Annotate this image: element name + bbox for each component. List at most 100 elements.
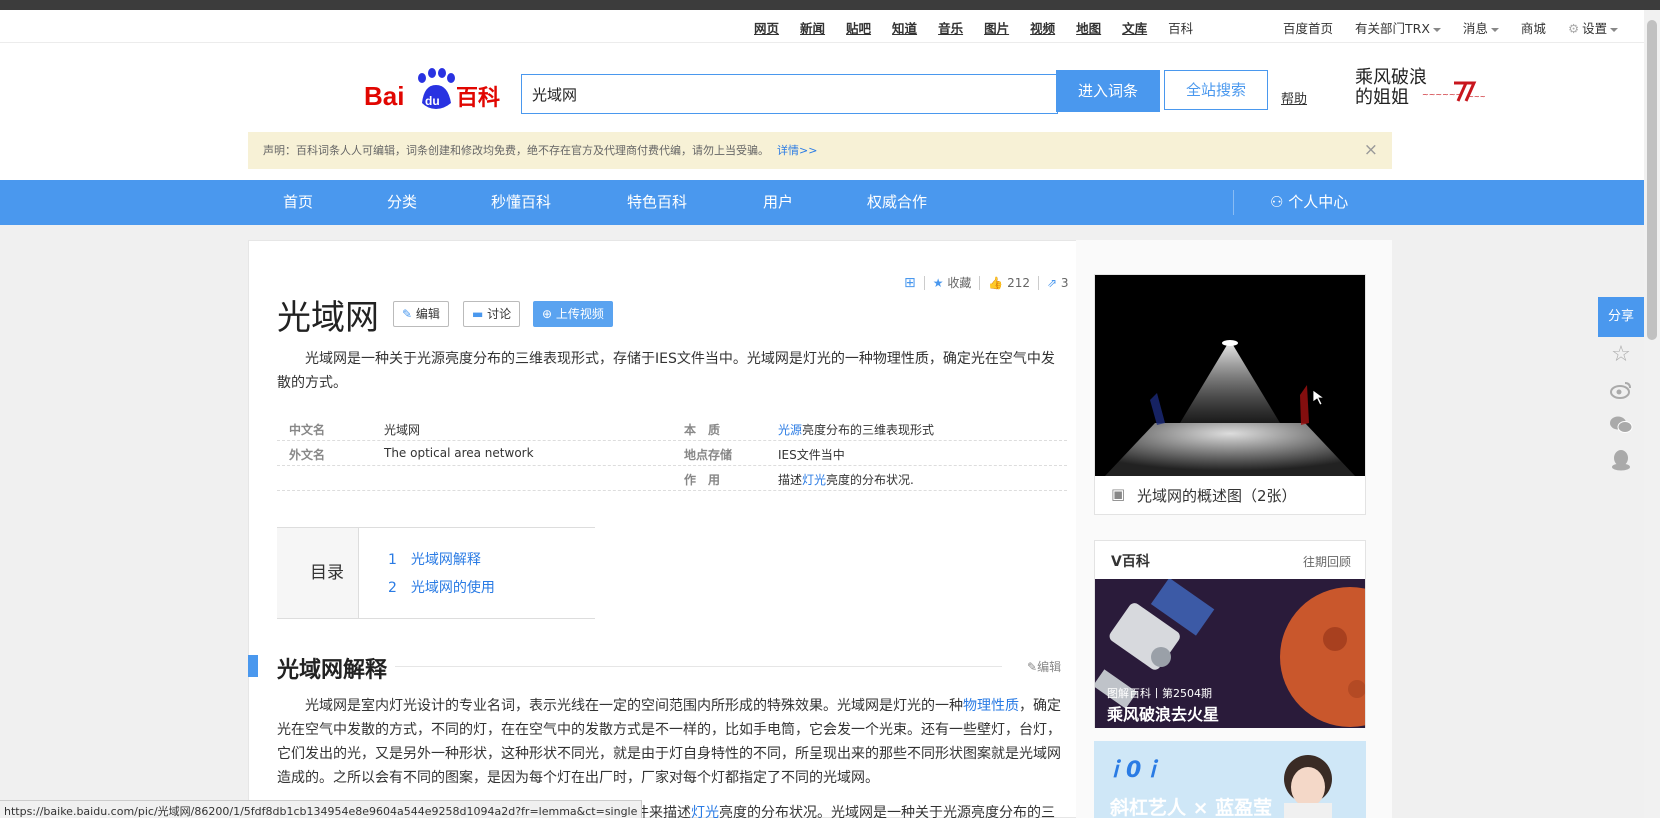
svg-text:百科: 百科 (456, 86, 500, 111)
image-caption: 光域网的概述图（2张） (1137, 487, 1297, 505)
top-link-tieba[interactable]: 贴吧 (846, 18, 871, 37)
like-count: 212 (1007, 275, 1031, 290)
messages-menu[interactable]: 消息 (1463, 18, 1499, 37)
info-key: 作 用 (684, 473, 721, 487)
ad-text: 斜杠艺人 × 蓝盈莹 (1110, 797, 1273, 818)
baidu-baike-logo[interactable]: Bai du 百科 (364, 65, 504, 113)
collect-button[interactable]: ★ 收藏 (933, 274, 972, 291)
nav-authority[interactable]: 权威合作 (867, 180, 927, 225)
share-button[interactable]: ⇗ 3 (1047, 276, 1069, 290)
image-album-icon: ▣ (1111, 485, 1126, 503)
plus-circle-icon: ⊕ (542, 307, 553, 321)
section-edit-button[interactable]: ✎编辑 (1027, 658, 1061, 675)
share-tab[interactable]: 分享 (1598, 297, 1644, 337)
paragraph-link[interactable]: 灯光 (691, 805, 719, 818)
info-value: IES文件当中 (778, 448, 845, 462)
vbaike-banner[interactable]: 图解百科丨第2504期 乘风破浪去火星 (1095, 579, 1365, 728)
close-icon[interactable]: × (1364, 132, 1378, 169)
thumbs-up-icon: 👍 (988, 275, 1004, 290)
toc-item-1[interactable]: 1 光域网解释 (388, 549, 481, 569)
section-paragraph: 光域网是室内灯光设计的专业名词，表示光线在一定的空间范围内所形成的特殊效果。光域… (277, 694, 1067, 790)
svg-text:ｉ0ｉ: ｉ0ｉ (1104, 758, 1163, 783)
comment-icon: ▬ (472, 307, 484, 321)
info-link[interactable]: 灯光 (802, 473, 826, 487)
nav-users[interactable]: 用户 (763, 180, 793, 225)
nav-miaodong[interactable]: 秒懂百科 (491, 180, 551, 225)
star-icon: ★ (932, 276, 944, 290)
info-value: 光源亮度分布的三维表现形式 (778, 421, 934, 438)
like-button[interactable]: 👍 212 (988, 276, 1030, 290)
toc-item-2[interactable]: 2 光域网的使用 (388, 577, 495, 597)
top-link-news[interactable]: 新闻 (800, 18, 825, 37)
info-link[interactable]: 光源 (778, 423, 802, 437)
favorite-star-icon[interactable]: ☆ (1598, 337, 1644, 372)
info-key: 外文名 (289, 448, 326, 462)
top-link-zhidao[interactable]: 知道 (892, 18, 917, 37)
info-text: 亮度的分布状况. (826, 473, 914, 487)
lemma-summary: 光域网是一种关于光源亮度分布的三维表现形式，存储于IES文件当中。光域网是灯光的… (277, 351, 1055, 391)
edit-label: 编辑 (415, 307, 440, 321)
scrollbar-thumb[interactable] (1647, 20, 1657, 340)
paragraph-text: 光域网是室内灯光设计的专业名词，表示光线在一定的空间范围内所形成的特殊效果。光域… (305, 698, 963, 714)
search-input[interactable] (522, 75, 1057, 113)
vbaike-title: V百科 (1111, 554, 1150, 570)
notice-banner: 声明：百科词条人人可编辑，词条创建和修改均免费，绝不存在官方及代理商付费代编，请… (248, 132, 1392, 169)
promo-logo[interactable]: ~~~~~~ ~~~ (1420, 79, 1490, 105)
top-link-baike[interactable]: 百科 (1168, 18, 1193, 37)
collect-label: 收藏 (947, 276, 972, 290)
add-icon[interactable]: ⊞ (904, 275, 916, 291)
nav-featured[interactable]: 特色百科 (627, 180, 687, 225)
section-title: 光域网解释 (277, 652, 396, 684)
top-link-map[interactable]: 地图 (1076, 18, 1101, 37)
upload-video-label: 上传视频 (555, 307, 604, 321)
info-row: 作 用 描述灯光亮度的分布状况. (277, 466, 1067, 491)
share-count: 3 (1060, 275, 1069, 290)
vertical-scrollbar[interactable] (1644, 10, 1660, 818)
paragraph-link[interactable]: 物理性质 (963, 698, 1019, 714)
enter-entry-button[interactable]: 进入词条 (1056, 70, 1160, 112)
dept-menu[interactable]: 有关部门TRX (1355, 18, 1441, 37)
nav-home[interactable]: 首页 (283, 180, 313, 225)
edit-button[interactable]: ✎ 编辑 (393, 301, 449, 327)
help-link[interactable]: 帮助 (1281, 88, 1307, 107)
info-key: 本 质 (684, 423, 721, 437)
sidebar-ad[interactable]: ｉ0ｉ 斜杠艺人 × 蓝盈莹 (1094, 741, 1366, 818)
wechat-icon[interactable] (1598, 407, 1644, 442)
user-icon: ⚇ (1270, 193, 1289, 211)
nav-user-center[interactable]: ⚇ 个人中心 (1270, 180, 1348, 225)
summary-picture[interactable] (1095, 275, 1365, 476)
section-paragraph-cut: 域网文件来描述灯光亮度的分布状况。光域网是一种关于光源亮度分布的三 (593, 802, 1055, 818)
pencil-icon: ✎ (1027, 660, 1038, 674)
chevron-down-icon (1610, 27, 1619, 32)
weibo-icon[interactable] (1598, 372, 1644, 407)
vbaike-history-link[interactable]: 往期回顾 (1303, 553, 1351, 570)
top-link-web[interactable]: 网页 (754, 18, 779, 37)
window-top-strip (0, 0, 1660, 10)
upload-video-button[interactable]: ⊕ 上传视频 (533, 301, 613, 327)
paragraph-text: 亮度的分布状况。光域网是一种关于光源亮度分布的三 (719, 805, 1055, 818)
light-cone-image (1095, 275, 1365, 476)
summary-picture-card[interactable]: ▣ 光域网的概述图（2张） (1094, 274, 1366, 515)
top-link-wenku[interactable]: 文库 (1122, 18, 1147, 37)
site-search-button[interactable]: 全站搜索 (1164, 70, 1268, 110)
baidu-home-link[interactable]: 百度首页 (1283, 18, 1333, 37)
svg-text:Bai: Bai (364, 81, 404, 111)
search-box[interactable] (521, 74, 1058, 114)
user-links: 百度首页 有关部门TRX 消息 商城 ⚙ 设置 (1283, 18, 1640, 37)
status-bar-url: https://baike.baidu.com/pic/光域网/86200/1/… (0, 800, 643, 818)
discuss-button[interactable]: ▬ 讨论 (463, 301, 521, 327)
top-link-music[interactable]: 音乐 (938, 18, 963, 37)
user-center-label: 个人中心 (1288, 193, 1349, 211)
divider (1038, 275, 1040, 290)
qq-icon[interactable] (1598, 442, 1644, 477)
top-link-video[interactable]: 视频 (1030, 18, 1055, 37)
settings-menu[interactable]: ⚙ 设置 (1568, 18, 1619, 37)
svg-text:du: du (425, 94, 440, 108)
mall-link[interactable]: 商城 (1521, 18, 1546, 37)
top-link-images[interactable]: 图片 (984, 18, 1009, 37)
pencil-icon: ✎ (402, 307, 413, 321)
share-icon: ⇗ (1047, 275, 1058, 290)
info-text: 描述 (778, 473, 803, 487)
nav-category[interactable]: 分类 (387, 180, 417, 225)
notice-details-link[interactable]: 详情>> (777, 144, 817, 157)
